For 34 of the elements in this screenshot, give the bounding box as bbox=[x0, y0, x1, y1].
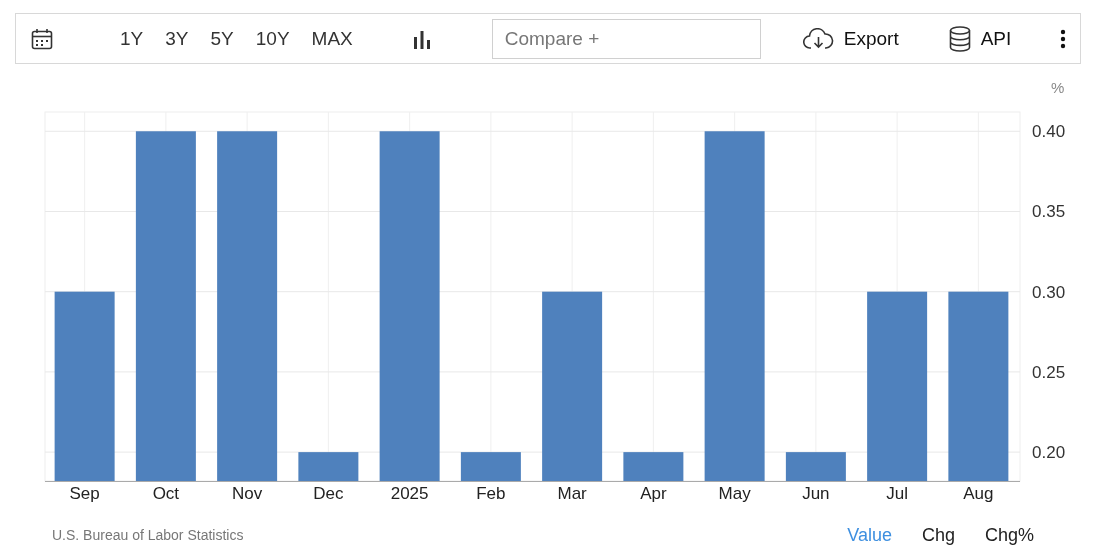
axis-label: Aug bbox=[963, 484, 994, 503]
axis-label: 2025 bbox=[390, 484, 429, 503]
export-button[interactable]: Export bbox=[802, 27, 899, 50]
axis-label: 0.30 bbox=[1032, 282, 1066, 302]
database-icon bbox=[948, 25, 971, 52]
axis-label: Oct bbox=[152, 484, 180, 503]
axis-label: May bbox=[718, 484, 751, 503]
api-button[interactable]: API bbox=[948, 25, 1012, 52]
axis-label: Sep bbox=[69, 484, 100, 503]
range-button[interactable]: 1Y bbox=[109, 27, 155, 50]
source-text: U.S. Bureau of Labor Statistics bbox=[52, 527, 244, 543]
axis-label: Mar bbox=[557, 484, 587, 503]
axis-label: Nov bbox=[232, 484, 263, 503]
axis-label: Jun bbox=[802, 484, 830, 503]
view-tab[interactable]: Chg% bbox=[984, 524, 1034, 546]
range-button[interactable]: 5Y bbox=[199, 27, 245, 50]
range-button[interactable]: 10Y bbox=[244, 27, 301, 50]
unit-label: % bbox=[1051, 79, 1065, 96]
compare-field[interactable]: Compare + bbox=[491, 18, 761, 59]
cloud-download-icon bbox=[802, 27, 834, 50]
axis-label: 0.20 bbox=[1032, 443, 1066, 463]
range-button[interactable]: MAX bbox=[300, 27, 364, 50]
range-button[interactable]: 3Y bbox=[154, 27, 200, 50]
axis-label: Jul bbox=[886, 484, 908, 503]
axis-label: Apr bbox=[640, 484, 667, 503]
calendar-icon[interactable] bbox=[31, 27, 53, 50]
bar-chart-icon[interactable] bbox=[411, 28, 432, 49]
axis-label: 0.25 bbox=[1032, 362, 1066, 382]
axis-label: Dec bbox=[313, 484, 344, 503]
axis-label: 0.35 bbox=[1032, 202, 1066, 222]
axis-label: 0.40 bbox=[1032, 122, 1066, 142]
axis-label: Feb bbox=[476, 484, 506, 503]
view-tab[interactable]: Chg bbox=[921, 524, 955, 546]
more-icon[interactable] bbox=[1060, 28, 1066, 49]
